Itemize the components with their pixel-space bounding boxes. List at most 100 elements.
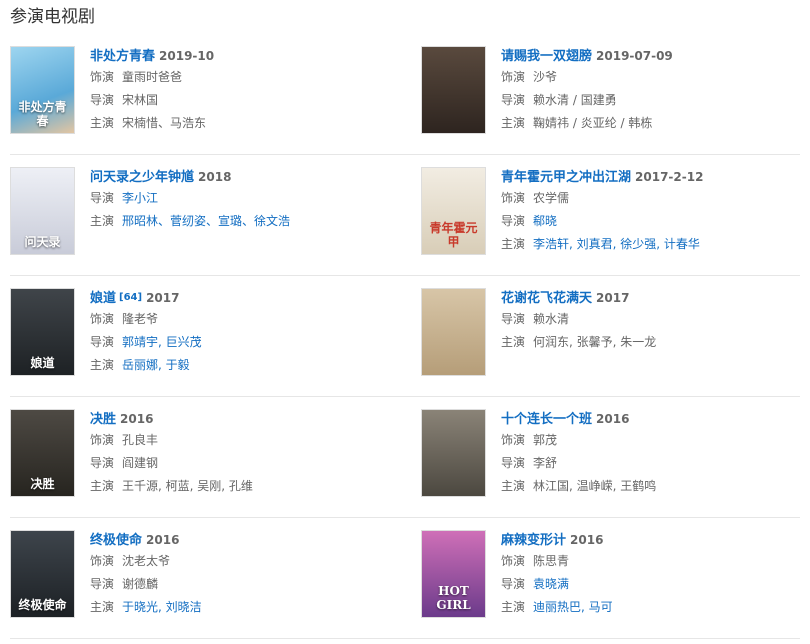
drama-title-link[interactable]: 终极使命: [90, 533, 142, 548]
drama-year: 2017: [146, 291, 180, 305]
credit-label: 导演: [501, 93, 526, 107]
drama-poster[interactable]: 非处方青春: [10, 46, 75, 134]
row-divider: [10, 275, 800, 276]
credit-row: 主演 鞠婧祎 / 炎亚纶 / 韩栋: [501, 112, 810, 135]
credit-row: 饰演 郭茂: [501, 429, 810, 452]
drama-card: 终极使命 终极使命 2016 饰演 沈老太爷 导演 谢德麟 主演 于晓光, 刘晓洁: [10, 530, 410, 630]
drama-title-line: 麻辣变形计 2016: [501, 530, 810, 550]
poster-title-text: 娘道: [30, 356, 55, 370]
drama-title-link[interactable]: 麻辣变形计: [501, 533, 566, 548]
credit-label: 饰演: [90, 70, 115, 84]
credit-value: 郭茂: [533, 433, 558, 447]
drama-year: 2016: [120, 412, 154, 426]
credit-value: 沈老太爷: [122, 554, 171, 568]
drama-poster[interactable]: [421, 288, 486, 376]
credit-row: 饰演 沙爷: [501, 66, 810, 89]
credit-label: 主演: [90, 358, 115, 372]
drama-poster[interactable]: 青年霍元甲: [421, 167, 486, 255]
drama-info: 青年霍元甲之冲出江湖 2017-2-12 饰演 农学儒 导演 郗晓 主演 李浩轩, 刘真君, …: [501, 167, 810, 256]
drama-poster[interactable]: 问天录: [10, 167, 75, 255]
drama-title-link[interactable]: 请赐我一双翅膀: [501, 49, 592, 64]
drama-card: 青年霍元甲 青年霍元甲之冲出江湖 2017-2-12 饰演 农学儒 导演 郗晓 主演 李浩轩, …: [421, 167, 810, 267]
credit-value[interactable]: 邢昭林、菅纫姿、宣璐、徐文浩: [122, 214, 290, 228]
credit-value: 王千源, 柯蓝, 吴刚, 孔维: [122, 479, 253, 493]
credit-value: 农学儒: [533, 191, 570, 205]
drama-info: 请赐我一双翅膀 2019-07-09 饰演 沙爷 导演 赖水清 / 国建勇 主演 鞠婧祎 / …: [501, 46, 810, 135]
drama-year: 2019-07-09: [596, 49, 673, 63]
credit-value[interactable]: 岳丽娜, 于毅: [122, 358, 190, 372]
drama-card: HOT GIRL 麻辣变形计 2016 饰演 陈思青 导演 袁晓满 主演 迪丽热巴, 马可: [421, 530, 810, 630]
drama-poster[interactable]: 决胜: [10, 409, 75, 497]
credit-row: 饰演 孔良丰: [90, 429, 410, 452]
drama-poster[interactable]: 娘道: [10, 288, 75, 376]
drama-card: 请赐我一双翅膀 2019-07-09 饰演 沙爷 导演 赖水清 / 国建勇 主演 鞠婧祎 / …: [421, 46, 810, 146]
credit-value: 陈思青: [533, 554, 570, 568]
drama-poster[interactable]: 终极使命: [10, 530, 75, 618]
drama-info: 终极使命 2016 饰演 沈老太爷 导演 谢德麟 主演 于晓光, 刘晓洁: [90, 530, 410, 619]
credit-value[interactable]: 李浩轩, 刘真君, 徐少强, 计春华: [533, 237, 700, 251]
credit-label: 导演: [90, 456, 115, 470]
drama-title-link[interactable]: 问天录之少年钟馗: [90, 170, 194, 185]
credit-label: 导演: [90, 577, 115, 591]
drama-year: 2016: [146, 533, 180, 547]
credit-value: 宋楠惜、马浩东: [122, 116, 207, 130]
credit-row: 导演 赖水清 / 国建勇: [501, 89, 810, 112]
credit-label: 主演: [90, 214, 115, 228]
drama-card: 非处方青春 非处方青春 2019-10 饰演 童雨时爸爸 导演 宋林国 主演 宋楠惜、马浩东: [10, 46, 410, 146]
drama-card: 十个连长一个班 2016 饰演 郭茂 导演 李舒 主演 林江国, 温峥嵘, 王鹤鸣: [421, 409, 810, 509]
drama-card: 问天录 问天录之少年钟馗 2018 导演 李小江 主演 邢昭林、菅纫姿、宣璐、徐文浩: [10, 167, 410, 267]
credit-label: 主演: [501, 335, 526, 349]
reference-link[interactable]: [64]: [119, 292, 142, 303]
credit-value: 何润东, 张馨予, 朱一龙: [533, 335, 657, 349]
drama-year: 2016: [570, 533, 604, 547]
drama-poster[interactable]: [421, 409, 486, 497]
drama-poster[interactable]: HOT GIRL: [421, 530, 486, 618]
credit-value: 鞠婧祎 / 炎亚纶 / 韩栋: [533, 116, 653, 130]
credit-label: 饰演: [90, 433, 115, 447]
drama-year: 2017: [596, 291, 630, 305]
credit-row: 主演 李浩轩, 刘真君, 徐少强, 计春华: [501, 233, 810, 256]
credit-value[interactable]: 迪丽热巴, 马可: [533, 600, 613, 614]
credit-value[interactable]: 李小江: [122, 191, 158, 205]
drama-title-line: 青年霍元甲之冲出江湖 2017-2-12: [501, 167, 810, 187]
credit-row: 导演 李小江: [90, 187, 410, 210]
credit-label: 饰演: [90, 554, 115, 568]
credit-row: 导演 袁晓满: [501, 573, 810, 596]
poster-title-text: 青年霍元甲: [429, 221, 478, 249]
credit-value[interactable]: 郗晓: [533, 214, 557, 228]
drama-title-link[interactable]: 娘道: [90, 291, 116, 306]
credit-label: 主演: [501, 116, 526, 130]
credit-label: 导演: [90, 93, 115, 107]
credit-value[interactable]: 郭靖宇, 巨兴茂: [122, 335, 202, 349]
drama-title-link[interactable]: 青年霍元甲之冲出江湖: [501, 170, 631, 185]
poster-title-text: HOT GIRL: [436, 584, 471, 612]
drama-title-line: 决胜 2016: [90, 409, 410, 429]
credit-value[interactable]: 袁晓满: [533, 577, 569, 591]
credit-row: 主演 王千源, 柯蓝, 吴刚, 孔维: [90, 475, 410, 498]
credit-value: 宋林国: [122, 93, 159, 107]
credit-label: 饰演: [501, 191, 526, 205]
credit-row: 饰演 农学儒: [501, 187, 810, 210]
credit-label: 主演: [501, 479, 526, 493]
drama-year: 2018: [198, 170, 232, 184]
drama-poster[interactable]: [421, 46, 486, 134]
drama-title-line: 终极使命 2016: [90, 530, 410, 550]
drama-title-link[interactable]: 决胜: [90, 412, 116, 427]
drama-title-link[interactable]: 花谢花飞花满天: [501, 291, 592, 306]
credit-row: 导演 赖水清: [501, 308, 810, 331]
credit-value: 孔良丰: [122, 433, 159, 447]
credit-row: 主演 邢昭林、菅纫姿、宣璐、徐文浩: [90, 210, 410, 233]
credit-row: 主演 林江国, 温峥嵘, 王鹤鸣: [501, 475, 810, 498]
credit-row: 饰演 隆老爷: [90, 308, 410, 331]
credit-label: 导演: [501, 456, 526, 470]
credit-row: 饰演 童雨时爸爸: [90, 66, 410, 89]
credit-label: 主演: [501, 600, 526, 614]
credit-label: 主演: [501, 237, 526, 251]
drama-title-link[interactable]: 非处方青春: [90, 49, 155, 64]
credit-label: 主演: [90, 479, 115, 493]
poster-title-text: 非处方青春: [18, 100, 67, 128]
drama-year: 2016: [596, 412, 630, 426]
credit-value[interactable]: 于晓光, 刘晓洁: [122, 600, 202, 614]
drama-info: 问天录之少年钟馗 2018 导演 李小江 主演 邢昭林、菅纫姿、宣璐、徐文浩: [90, 167, 410, 233]
drama-title-link[interactable]: 十个连长一个班: [501, 412, 592, 427]
